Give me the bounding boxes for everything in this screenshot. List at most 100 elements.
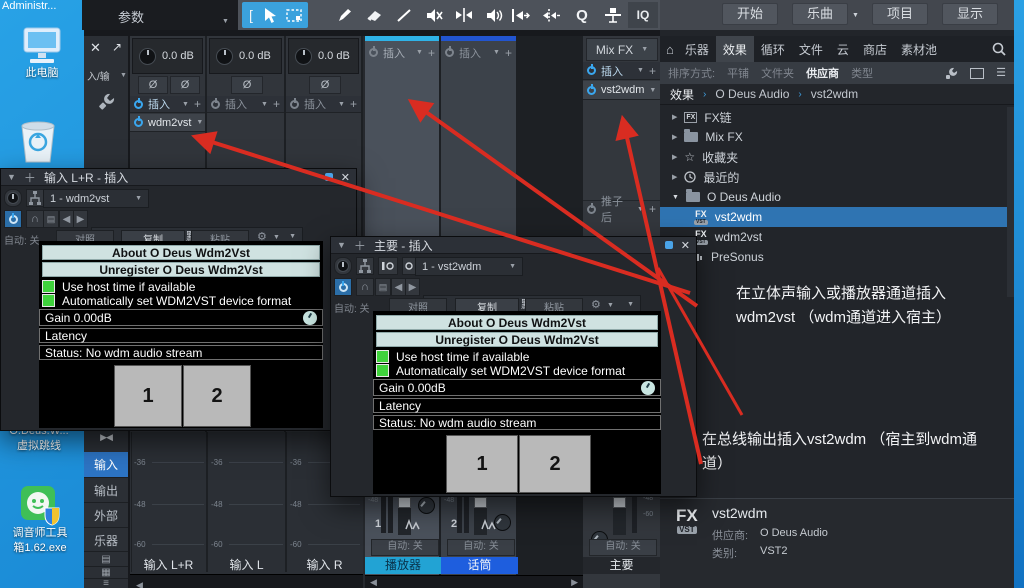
- channel-color-bar[interactable]: [441, 36, 516, 41]
- channel-color-bar[interactable]: [365, 36, 439, 41]
- channel-name-main[interactable]: 主要: [583, 557, 660, 574]
- channel-name-player[interactable]: 播放器: [365, 557, 441, 574]
- breadcrumb-vendor[interactable]: O Deus Audio: [715, 87, 789, 101]
- list-icon[interactable]: ≡: [84, 579, 128, 588]
- io-mode-label[interactable]: 入/输: [87, 68, 110, 83]
- add-insert-icon[interactable]: +: [273, 98, 280, 110]
- desktop-icon-this-pc[interactable]: 此电脑: [12, 26, 72, 81]
- add-insert-icon[interactable]: +: [505, 47, 512, 59]
- arrow-tool[interactable]: [258, 3, 282, 27]
- gear-caret-icon[interactable]: ▼: [273, 234, 280, 241]
- plugin-power-button[interactable]: [4, 210, 22, 228]
- phase-left-button[interactable]: Ø: [138, 76, 168, 94]
- inserts-caret-icon[interactable]: ▼: [493, 49, 500, 56]
- insert-power-icon[interactable]: [587, 86, 596, 95]
- expand-icon[interactable]: ▶: [672, 174, 677, 181]
- tab-instruments[interactable]: 乐器: [678, 36, 716, 62]
- insert-slot-dropdown[interactable]: 1 - wdm2vst ▼: [43, 189, 149, 208]
- insert-vst2wdm[interactable]: vst2wdm ▼: [583, 81, 660, 100]
- breadcrumb-plugin[interactable]: vst2wdm: [811, 87, 858, 101]
- gain-knob[interactable]: [216, 48, 233, 65]
- insert-caret-icon[interactable]: ▼: [649, 87, 656, 94]
- automation-button[interactable]: 自动: 关: [371, 539, 439, 556]
- iq-button[interactable]: IQ: [628, 2, 658, 28]
- paint-tool[interactable]: [332, 3, 356, 27]
- scroll-right-icon[interactable]: ▶: [571, 576, 578, 588]
- host-time-checkbox[interactable]: Use host time if available: [42, 280, 320, 293]
- about-button[interactable]: About O Deus Wdm2Vst: [42, 245, 320, 260]
- desktop-icon-toolbox[interactable]: 调音师工具 箱1.62.exe: [4, 484, 76, 556]
- automation-button[interactable]: 自动: 关: [447, 539, 515, 556]
- knob-mode-icon[interactable]: [4, 189, 22, 207]
- channel-name-input-lr[interactable]: 输入 L+R: [130, 556, 207, 573]
- song-page-button[interactable]: 乐曲: [792, 3, 848, 25]
- inserts-power-icon[interactable]: [134, 100, 143, 109]
- gain-row[interactable]: Gain 0.00dB: [39, 309, 323, 326]
- sidebar-tab-instruments[interactable]: 乐器: [84, 529, 128, 552]
- sidebar-tab-external[interactable]: 外部: [84, 504, 128, 528]
- checkbox-icon[interactable]: [376, 350, 389, 363]
- sort-vendor[interactable]: 供应商: [806, 65, 839, 81]
- add-insert-icon[interactable]: +: [649, 65, 656, 77]
- view-list-icon[interactable]: ☰: [996, 68, 1006, 79]
- window-titlebar[interactable]: ▼ ＋ 主要 - 插入 ✕: [331, 237, 696, 254]
- search-icon[interactable]: [992, 42, 1006, 56]
- window-add-icon[interactable]: ＋: [24, 169, 36, 186]
- home-icon[interactable]: ⌂: [666, 42, 674, 57]
- inserts-power-icon[interactable]: [369, 48, 378, 57]
- params-panel[interactable]: 参数 ▼: [82, 0, 238, 30]
- knob-mode-icon[interactable]: [334, 257, 352, 275]
- pin-icon[interactable]: [325, 173, 333, 181]
- inserts-caret-icon[interactable]: ▼: [338, 101, 345, 108]
- desktop-icon-recycle-bin[interactable]: [16, 116, 60, 171]
- tree-item-wdm2vst[interactable]: FXVST wdm2vst: [660, 227, 1014, 247]
- gain-row[interactable]: Gain 0.00dB: [373, 379, 661, 396]
- sends-power-icon[interactable]: [587, 205, 596, 214]
- add-insert-icon[interactable]: +: [350, 98, 357, 110]
- h-scrollbar-right[interactable]: ◀▶: [365, 575, 583, 588]
- detach-icon[interactable]: ↗: [112, 40, 122, 54]
- insert-section-header[interactable]: 插入 ▼ +: [441, 44, 516, 61]
- prev-preset-icon[interactable]: ◀: [59, 210, 74, 228]
- channel-name-mic[interactable]: 话筒: [441, 557, 518, 574]
- prev-preset-icon[interactable]: ◀: [391, 278, 406, 296]
- automation-curve-icon[interactable]: ∩: [26, 210, 44, 228]
- close-icon[interactable]: ✕: [341, 171, 350, 184]
- about-button[interactable]: About O Deus Wdm2Vst: [376, 315, 658, 330]
- tab-loops[interactable]: 循环: [754, 36, 792, 62]
- inserts-power-icon[interactable]: [445, 48, 454, 57]
- phase-right-button[interactable]: Ø: [170, 76, 200, 94]
- expand-icon[interactable]: ▶: [672, 154, 677, 161]
- preset-file-icon[interactable]: ▤: [375, 278, 391, 296]
- fader-handle[interactable]: [398, 497, 411, 508]
- expand-icon[interactable]: ▶: [672, 114, 677, 121]
- v-scrollbar[interactable]: [1007, 107, 1014, 297]
- insert-section-header[interactable]: 插入 ▼ +: [583, 62, 660, 80]
- preset-file-icon[interactable]: ▤: [43, 210, 59, 228]
- inserts-power-icon[interactable]: [587, 66, 596, 75]
- wrench-icon[interactable]: [98, 92, 116, 110]
- sidebar-tab-outputs[interactable]: 输出: [84, 479, 128, 503]
- start-page-button[interactable]: 开始: [722, 3, 778, 25]
- pan-knob[interactable]: [418, 497, 435, 514]
- auto-format-checkbox[interactable]: Automatically set WDM2VST device format: [376, 364, 658, 377]
- nudge-expand-tool[interactable]: [539, 3, 563, 27]
- banks-icon[interactable]: ▤: [84, 553, 128, 567]
- automation-state[interactable]: 自动: 关: [334, 300, 370, 315]
- sends-section-header[interactable]: 推子后 ▼ +: [583, 200, 660, 217]
- routing-icon[interactable]: [26, 189, 44, 207]
- tree-item-presonus[interactable]: PreSonus: [660, 247, 1014, 267]
- tab-shop[interactable]: 商店: [856, 36, 894, 62]
- gain-knob[interactable]: [295, 48, 312, 65]
- tab-cloud[interactable]: 云: [830, 36, 856, 62]
- phase-button[interactable]: Ø: [231, 76, 263, 94]
- inserts-power-icon[interactable]: [211, 100, 220, 109]
- quantize-tool[interactable]: Q: [570, 3, 594, 27]
- insert-section-header[interactable]: 插入 ▼ +: [365, 44, 439, 61]
- filter-wrench-icon[interactable]: [945, 67, 958, 79]
- insert-section-header[interactable]: 插入 ▼ +: [130, 96, 205, 113]
- tree-item-mixfx[interactable]: ▶ Mix FX: [660, 127, 1014, 147]
- routing-icon[interactable]: [356, 257, 374, 275]
- phase-button[interactable]: Ø: [309, 76, 341, 94]
- inserts-caret-icon[interactable]: ▼: [261, 101, 268, 108]
